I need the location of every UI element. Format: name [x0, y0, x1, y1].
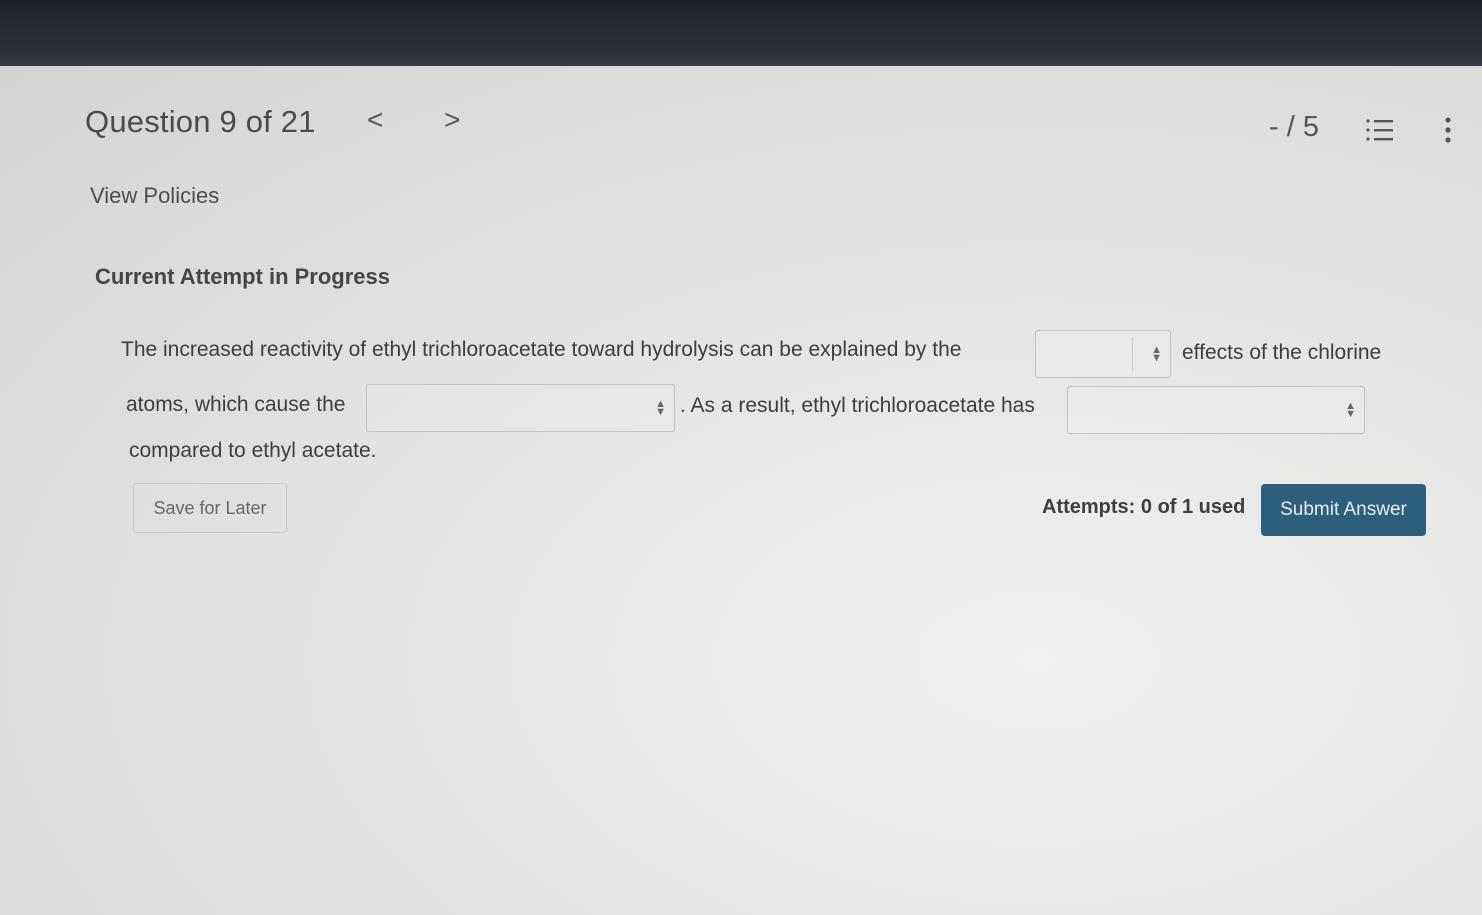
save-for-later-button[interactable]: Save for Later [133, 483, 287, 533]
more-options-icon[interactable] [1438, 116, 1458, 144]
question-list-icon[interactable] [1365, 116, 1395, 144]
question-counter: Question 9 of 21 [85, 104, 316, 139]
dropdown-cause[interactable]: ▲ ▼ [366, 384, 675, 432]
question-text-part3: atoms, which cause the [126, 393, 346, 416]
question-text-part2: effects of the chlorine [1182, 341, 1382, 364]
page: Question 9 of 21 < > - / 5 View Policies… [0, 66, 1482, 915]
previous-question-icon[interactable]: < [367, 106, 383, 134]
next-question-icon[interactable]: > [444, 106, 460, 134]
question-header: Question 9 of 21 < > - / 5 [0, 66, 1482, 176]
attempts-counter: Attempts: 0 of 1 used [1042, 496, 1246, 518]
dropdown-effects[interactable]: ▲ ▼ [1035, 330, 1171, 378]
view-policies-link[interactable]: View Policies [90, 183, 219, 209]
question-text-part5: compared to ethyl acetate. [129, 439, 377, 462]
dropdown-result[interactable]: ▲ ▼ [1067, 386, 1365, 434]
attempt-heading: Current Attempt in Progress [95, 264, 391, 289]
question-text-part1: The increased reactivity of ethyl trichl… [121, 338, 962, 361]
question-score: - / 5 [1269, 111, 1319, 143]
select-arrows-icon: ▲ ▼ [1151, 344, 1162, 364]
dropdown-divider [1132, 337, 1133, 371]
question-text-part4: . As a result, ethyl trichloroacetate ha… [680, 394, 1035, 417]
screen-bezel [0, 0, 1482, 70]
select-arrows-icon: ▲ ▼ [655, 398, 666, 418]
select-arrows-icon: ▲ ▼ [1345, 400, 1356, 420]
submit-answer-button[interactable]: Submit Answer [1261, 484, 1426, 536]
